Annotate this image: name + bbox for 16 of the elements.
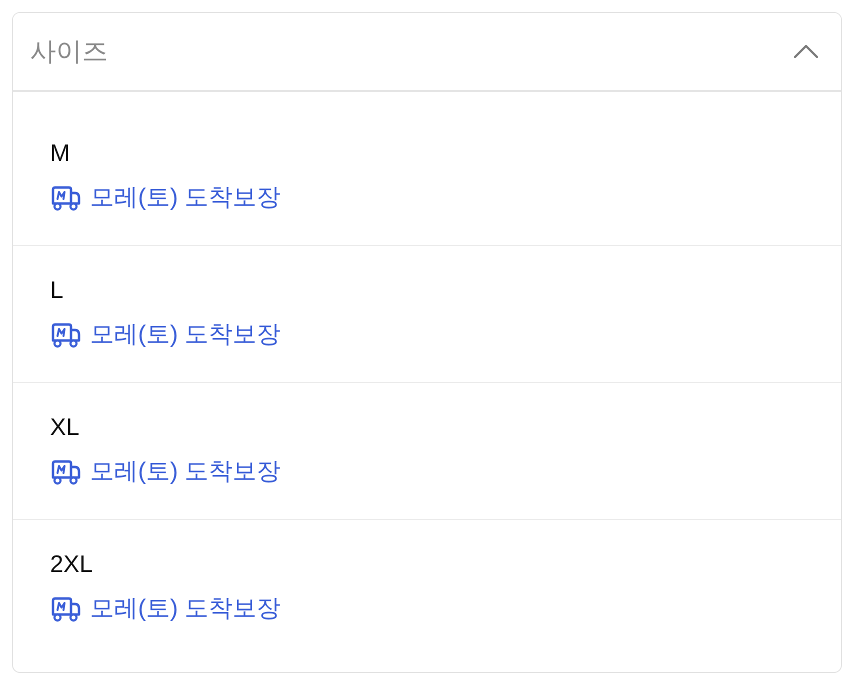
size-option[interactable]: M 모레(토) 도착보장	[13, 109, 841, 246]
delivery-guarantee-text: 모레(토) 도착보장	[90, 594, 281, 624]
size-label: M	[50, 139, 70, 169]
size-option[interactable]: XL 모레(토) 도착보장	[13, 383, 841, 520]
size-option[interactable]: 2XL 모레(토) 도착보장	[13, 520, 841, 657]
delivery-guarantee-text: 모레(토) 도착보장	[90, 457, 281, 487]
delivery-truck-icon	[50, 322, 81, 348]
size-label: L	[50, 276, 64, 306]
delivery-truck-icon	[50, 186, 81, 210]
size-option[interactable]: L 모레(토) 도착보장	[13, 246, 841, 383]
delivery-truck-icon	[50, 460, 81, 484]
size-label: 2XL	[50, 550, 93, 580]
delivery-guarantee-text: 모레(토) 도착보장	[90, 183, 281, 213]
delivery-guarantee-text: 모레(토) 도착보장	[90, 320, 281, 350]
delivery-truck-icon	[50, 596, 81, 622]
size-label: XL	[50, 413, 80, 443]
